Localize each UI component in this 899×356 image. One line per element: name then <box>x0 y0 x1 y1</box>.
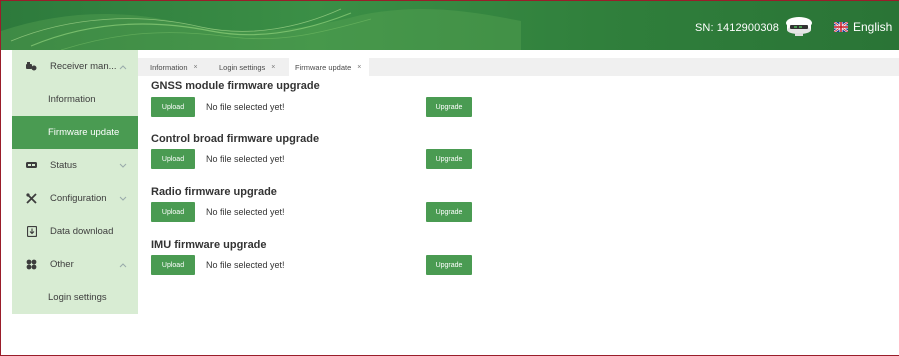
sidebar-item-label: Other <box>50 259 74 270</box>
sidebar: Receiver man... Information Firmware upd… <box>12 50 138 314</box>
receiver-device-icon <box>786 17 812 36</box>
sidebar-item-label: Data download <box>50 226 114 237</box>
sidebar-item-label: Configuration <box>50 193 107 204</box>
tab-information[interactable]: Information × <box>150 58 198 76</box>
language-label: English <box>853 20 893 34</box>
sidebar-item-status[interactable]: Status <box>12 149 138 182</box>
sidebar-item-label: Receiver man... <box>50 61 117 72</box>
receiver-icon <box>26 61 37 72</box>
file-status-imu: No file selected yet! <box>206 260 285 270</box>
top-header: SN: 1412900308 English <box>1 1 899 50</box>
sidebar-item-data-download[interactable]: Data download <box>12 215 138 248</box>
sidebar-item-label: Information <box>48 94 96 105</box>
sidebar-item-other[interactable]: Other <box>12 248 138 281</box>
tab-strip: Information × Login settings × Firmware … <box>138 58 899 76</box>
close-icon[interactable]: × <box>357 64 361 71</box>
tab-label: Firmware update <box>295 62 352 72</box>
language-selector[interactable]: English <box>834 20 899 34</box>
upload-button-imu[interactable]: Upload <box>151 255 195 275</box>
grid-icon <box>26 259 37 270</box>
status-icon <box>26 160 37 171</box>
close-icon[interactable]: × <box>271 64 275 71</box>
uk-flag-icon <box>834 22 848 32</box>
section-title-radio: Radio firmware upgrade <box>151 186 277 198</box>
sidebar-item-label: Firmware update <box>48 127 120 138</box>
tab-label: Login settings <box>219 62 266 72</box>
download-icon <box>26 226 37 237</box>
sidebar-item-information[interactable]: Information <box>12 83 138 116</box>
sidebar-item-label: Status <box>50 160 77 171</box>
upload-button-control-board[interactable]: Upload <box>151 149 195 169</box>
section-title-imu: IMU firmware upgrade <box>151 239 267 251</box>
tab-login-settings[interactable]: Login settings × <box>219 58 275 76</box>
close-icon[interactable]: × <box>194 64 198 71</box>
sidebar-item-label: Login settings <box>48 292 107 303</box>
sidebar-item-firmware-update[interactable]: Firmware update <box>12 116 138 149</box>
section-title-control-board: Control broad firmware upgrade <box>151 133 320 145</box>
upload-button-gnss[interactable]: Upload <box>151 97 195 117</box>
file-status-control-board: No file selected yet! <box>206 154 285 164</box>
upgrade-button-radio[interactable]: Upgrade <box>426 202 472 222</box>
serial-number: SN: 1412900308 <box>695 22 779 34</box>
upgrade-button-imu[interactable]: Upgrade <box>426 255 472 275</box>
sidebar-item-configuration[interactable]: Configuration <box>12 182 138 215</box>
chevron-up-icon <box>119 262 127 267</box>
app-frame: SN: 1412900308 English Receiver man... I… <box>0 0 899 356</box>
file-status-gnss: No file selected yet! <box>206 102 285 112</box>
upload-button-radio[interactable]: Upload <box>151 202 195 222</box>
chevron-down-icon <box>119 196 127 201</box>
sidebar-item-login-settings[interactable]: Login settings <box>12 281 138 314</box>
chevron-up-icon <box>119 64 127 69</box>
tab-label: Information <box>150 62 188 72</box>
section-title-gnss: GNSS module firmware upgrade <box>151 80 320 92</box>
tab-firmware-update[interactable]: Firmware update × <box>289 58 370 76</box>
upgrade-button-gnss[interactable]: Upgrade <box>426 97 472 117</box>
upgrade-button-control-board[interactable]: Upgrade <box>426 149 472 169</box>
chevron-down-icon <box>119 163 127 168</box>
file-status-radio: No file selected yet! <box>206 207 285 217</box>
tools-icon <box>26 193 37 204</box>
sidebar-item-receiver-management[interactable]: Receiver man... <box>12 50 138 83</box>
